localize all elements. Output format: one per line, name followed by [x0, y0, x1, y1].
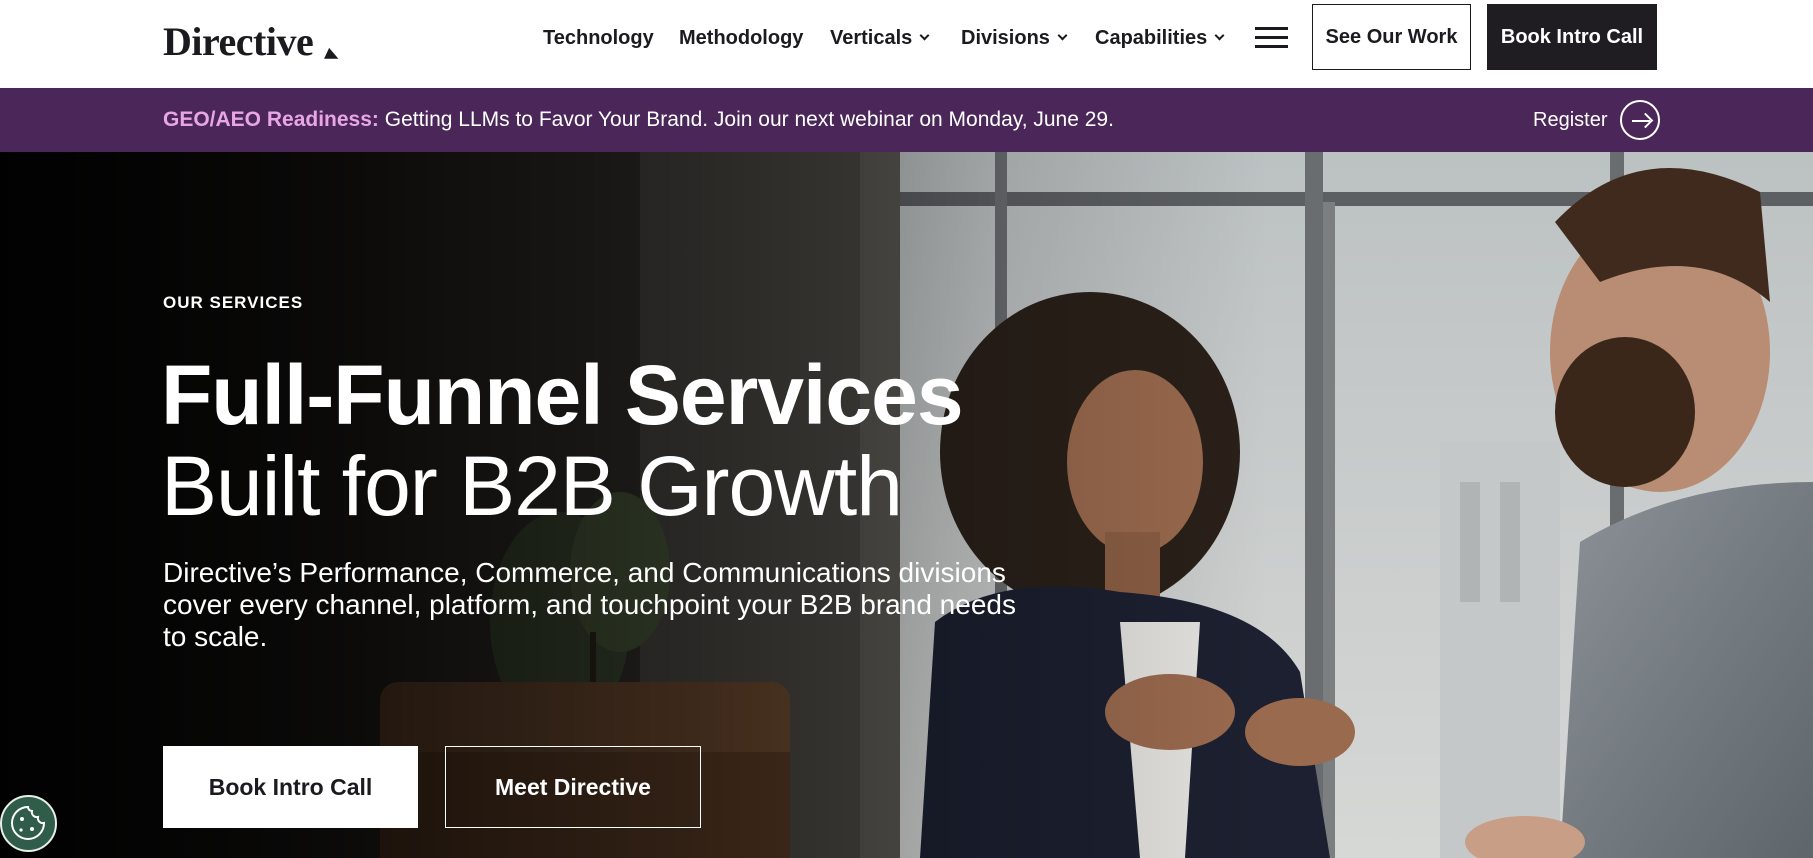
announcement-bar: GEO/AEO Readiness: Getting LLMs to Favor… [0, 88, 1813, 152]
nav-item-verticals[interactable]: Verticals [830, 24, 930, 52]
nav-item-label: Divisions [961, 26, 1050, 49]
chevron-down-icon [1057, 30, 1068, 41]
hero-eyebrow: OUR SERVICES [163, 293, 304, 312]
announcement-text[interactable]: GEO/AEO Readiness: Getting LLMs to Favor… [163, 107, 1114, 133]
see-our-work-button[interactable]: See Our Work [1312, 4, 1471, 70]
nav-item-methodology[interactable]: Methodology [679, 24, 803, 52]
hero-headline-bold: Full-Funnel Services [161, 348, 964, 442]
cookie-icon [11, 805, 46, 840]
hamburger-menu-icon[interactable] [1255, 27, 1288, 49]
nav-item-label: Methodology [679, 26, 804, 49]
hero-section: OUR SERVICES Full-Funnel Services Built … [0, 152, 1813, 858]
header-book-intro-call-button[interactable]: Book Intro Call [1487, 4, 1657, 70]
register-label: Register [1533, 108, 1608, 131]
nav-item-label: Verticals [830, 26, 913, 49]
announcement-highlight: GEO/AEO Readiness: [163, 108, 379, 131]
hero-book-intro-call-button[interactable]: Book Intro Call [163, 746, 418, 828]
chevron-down-icon [919, 30, 930, 41]
nav-item-technology[interactable]: Technology [543, 24, 654, 52]
arrow-right-circle-icon [1620, 100, 1661, 140]
hero-description: Directive’s Performance, Commerce, and C… [163, 557, 1016, 652]
hero-headline-regular: Built for B2B Growth [161, 439, 903, 533]
nav-item-label: Capabilities [1095, 26, 1208, 49]
chevron-down-icon [1214, 30, 1225, 41]
register-link[interactable]: Register [1533, 100, 1661, 140]
meet-directive-button[interactable]: Meet Directive [445, 746, 701, 828]
nav-item-capabilities[interactable]: Capabilities [1095, 24, 1225, 52]
site-header: Directive Technology Methodology Vertica… [0, 0, 1813, 88]
cookie-settings-button[interactable] [0, 795, 57, 852]
nav-item-label: Technology [543, 26, 654, 49]
announcement-body: Getting LLMs to Favor Your Brand. Join o… [378, 108, 1114, 131]
nav-item-divisions[interactable]: Divisions [961, 24, 1068, 52]
